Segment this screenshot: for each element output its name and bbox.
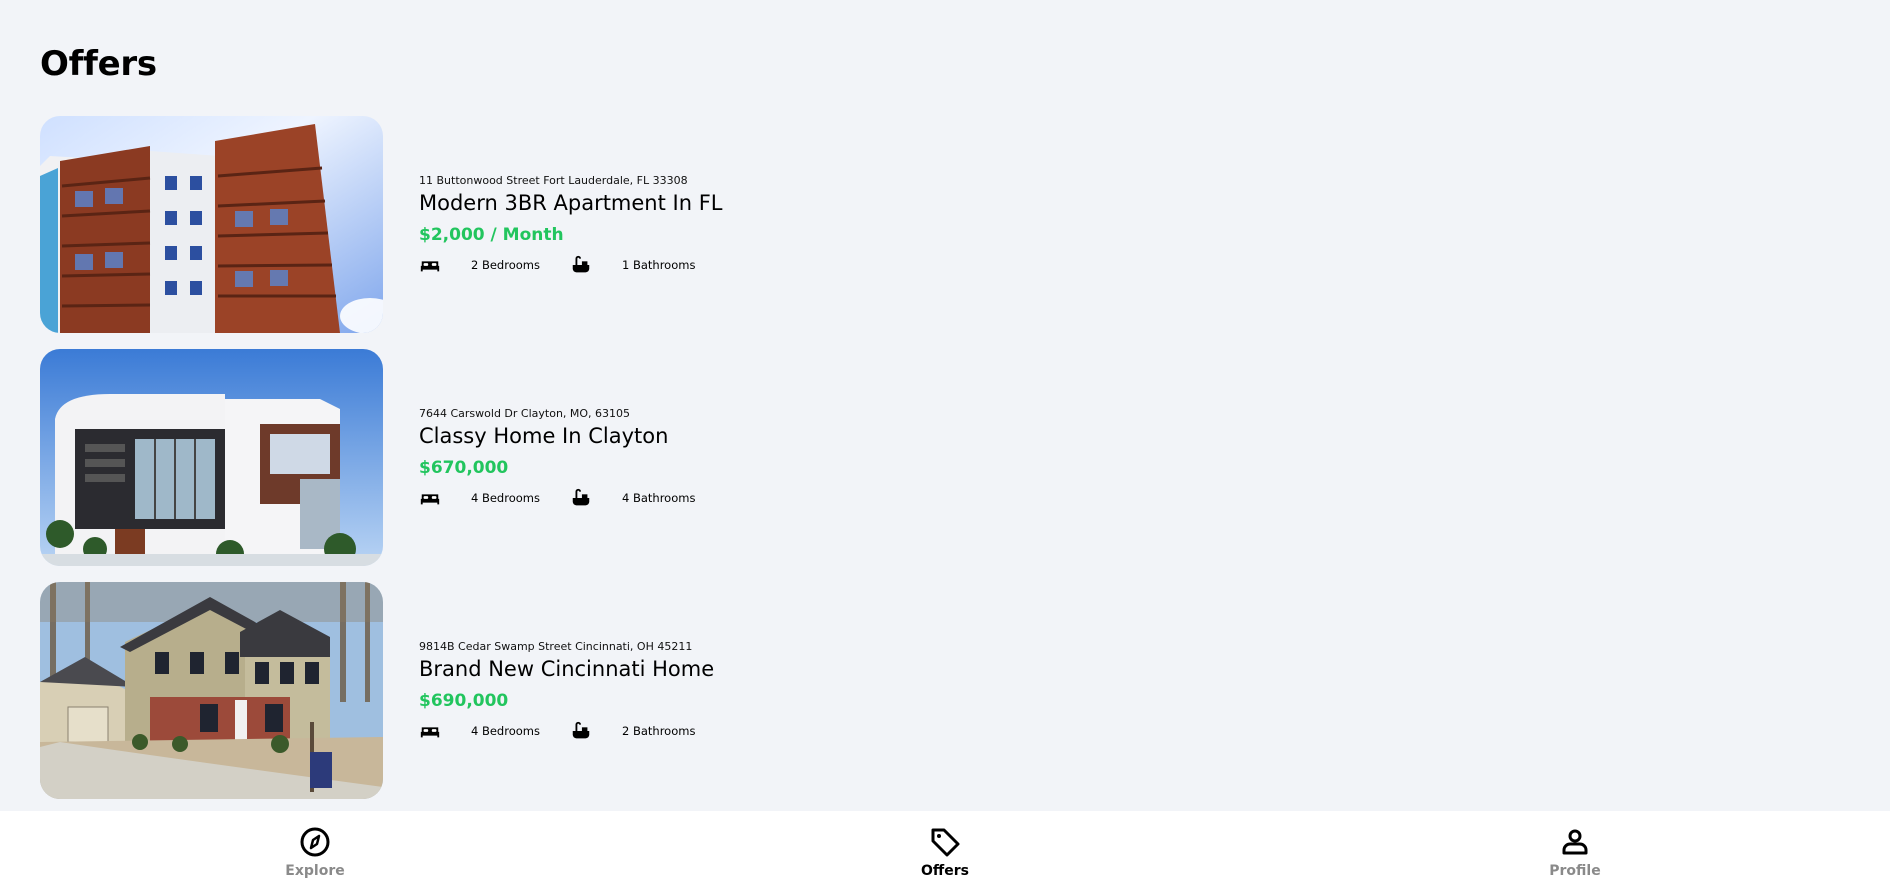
- bedrooms-label: 4 Bedrooms: [471, 723, 540, 738]
- listing-name[interactable]: Modern 3BR Apartment In FL: [419, 190, 723, 216]
- listing-list: 11 Buttonwood Street Fort Lauderdale, FL…: [40, 116, 800, 815]
- listing-price: $670,000: [419, 457, 509, 478]
- listing-info: 9814B Cedar Swamp Street Cincinnati, OH …: [419, 582, 714, 799]
- listing-name[interactable]: Classy Home In Clayton: [419, 423, 695, 449]
- bed-icon: [419, 720, 441, 742]
- listing-address: 7644 Carswold Dr Clayton, MO, 63105: [419, 406, 631, 420]
- bathtub-icon: [570, 720, 592, 742]
- bedrooms-label: 2 Bedrooms: [471, 257, 540, 272]
- listing-info: 11 Buttonwood Street Fort Lauderdale, FL…: [419, 116, 723, 333]
- listing-specs: 2 Bedrooms 1 Bathrooms: [419, 254, 723, 276]
- bathtub-icon: [570, 487, 592, 509]
- page-title: Offers: [40, 44, 157, 84]
- nav-item-profile[interactable]: Profile: [1495, 811, 1655, 879]
- compass-icon: [300, 827, 330, 857]
- bed-icon: [419, 487, 441, 509]
- listing-photo-suburban-house[interactable]: [40, 582, 383, 799]
- listing-specs: 4 Bedrooms 4 Bathrooms: [419, 487, 695, 509]
- bed-icon: [419, 254, 441, 276]
- tag-icon: [931, 828, 960, 857]
- listing-photo-modern-house[interactable]: [40, 349, 383, 566]
- listing-photo-apartment-building[interactable]: [40, 116, 383, 333]
- bathtub-icon: [570, 254, 592, 276]
- bathrooms-label: 4 Bathrooms: [621, 490, 696, 505]
- listing-name[interactable]: Brand New Cincinnati Home: [419, 656, 714, 682]
- listing-card[interactable]: 11 Buttonwood Street Fort Lauderdale, FL…: [40, 116, 800, 333]
- nav-item-explore[interactable]: Explore: [235, 811, 395, 879]
- person-icon: [1562, 829, 1588, 855]
- bathrooms-label: 2 Bathrooms: [621, 723, 696, 738]
- nav-label-offers: Offers: [921, 863, 969, 879]
- nav-item-offers[interactable]: Offers: [865, 811, 1025, 879]
- bathrooms-label: 1 Bathrooms: [621, 257, 696, 272]
- listing-card[interactable]: 7644 Carswold Dr Clayton, MO, 63105 Clas…: [40, 349, 800, 566]
- listing-card[interactable]: 9814B Cedar Swamp Street Cincinnati, OH …: [40, 582, 800, 799]
- listing-price: $2,000 / Month: [419, 224, 564, 245]
- bedrooms-label: 4 Bedrooms: [471, 490, 540, 505]
- nav-label-profile: Profile: [1549, 863, 1601, 879]
- listing-info: 7644 Carswold Dr Clayton, MO, 63105 Clas…: [419, 349, 695, 566]
- listing-specs: 4 Bedrooms 2 Bathrooms: [419, 720, 714, 742]
- nav-label-explore: Explore: [285, 863, 345, 879]
- listing-price: $690,000: [419, 690, 509, 711]
- bottom-navigation: Explore Offers Profile: [0, 811, 1890, 896]
- listing-address: 9814B Cedar Swamp Street Cincinnati, OH …: [419, 639, 693, 653]
- listing-address: 11 Buttonwood Street Fort Lauderdale, FL…: [419, 173, 688, 187]
